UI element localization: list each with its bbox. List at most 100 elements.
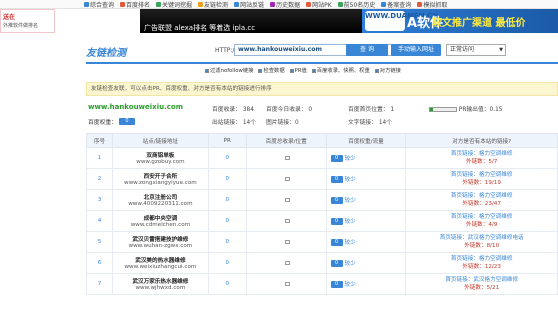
backlink-count: 外链数：5/7 (465, 159, 498, 165)
site-name[interactable]: 西安开子合所 (113, 172, 208, 180)
backlink-cell: 首页链接：格力空调维修 外链数：4/9 (405, 210, 558, 232)
traffic-value: 较少 (344, 198, 356, 204)
weight-cell: 0 较少 (325, 252, 407, 274)
ad-banner: 送在 外推软件做排名 广告联盟 alexa排名 等着选 ipla.cc WWW.… (0, 9, 558, 33)
site-name[interactable]: 武汉美的热水器维修 (113, 256, 208, 264)
nav-item[interactable]: 模拟抓取 (417, 0, 447, 9)
backlink-anchor[interactable]: 首页链接：格力空调维修 (406, 171, 557, 179)
ad-left-title: 送在 (3, 14, 16, 21)
column-header[interactable]: 序号 (86, 133, 113, 148)
pr-output: PR输出值：0.15 (429, 104, 502, 113)
backlink-anchor[interactable]: 首页链接：格力空调维修 (406, 213, 557, 221)
snapshot-icon[interactable] (284, 197, 290, 202)
option-checkbox[interactable]: 对方链接 (374, 66, 401, 74)
site-url[interactable]: www.cdmelchen.com (113, 222, 208, 228)
ad-left[interactable]: 送在 外推软件做排名 (0, 9, 55, 33)
option-label: 过滤nofollow链接 (210, 68, 254, 74)
index-cell (245, 273, 327, 295)
pr-value: 0 (207, 189, 247, 211)
nav-item-icon (120, 1, 126, 7)
nav-item[interactable]: 网站PK (306, 0, 332, 9)
site-cell[interactable]: 武汉贝雷搭建技护维修 www.wuhan-zgwx.com (111, 231, 209, 253)
site-name[interactable]: 北京注册公司 (113, 193, 208, 201)
backlink-cell: 首页链接：格力空调维修 外链数：12/23 (405, 252, 558, 274)
snapshot-icon[interactable] (284, 218, 290, 223)
snapshot-icon[interactable] (284, 155, 290, 160)
snapshot-icon[interactable] (284, 281, 290, 286)
nav-item-label: 友链检测 (204, 1, 229, 9)
site-url[interactable]: www.wjhwxd.com (113, 285, 208, 291)
site-url[interactable]: www.zongxiangyiyue.com (113, 180, 208, 186)
option-checkbox[interactable]: PR值 (289, 66, 307, 74)
nav-item-label: 模拟抓取 (423, 1, 448, 9)
site-url[interactable]: www.weixiuzhangcui.com (113, 264, 208, 270)
column-header[interactable]: 对方是否有本站的链接? (405, 133, 558, 148)
weight-cell: 0 较少 (325, 210, 407, 232)
nav-item-icon (198, 1, 204, 7)
snapshot-icon[interactable] (284, 260, 290, 265)
site-name[interactable]: 双商铝单板 (113, 151, 208, 159)
pr-value: 0 (207, 252, 247, 274)
site-url[interactable]: www.4009220311.com (113, 201, 208, 207)
backlink-anchor[interactable]: 首页链接：格力空调维修 (406, 192, 557, 200)
snapshot-icon[interactable] (284, 176, 290, 181)
nav-item[interactable]: 历史数据 (270, 0, 300, 9)
site-cell[interactable]: 武汉万家乐热水器维修 www.wjhwxd.com (111, 273, 209, 295)
option-checkbox[interactable]: 百度收录、快照、权重 (311, 66, 370, 74)
access-mode-select[interactable]: 正常访问 ▼ (446, 44, 506, 56)
backlink-anchor[interactable]: 首页链接：武汉格力空调维修电话 (406, 234, 557, 242)
nav-item-label: 网站PK (312, 1, 332, 9)
nav-item[interactable]: 网站反链 (234, 0, 264, 9)
nav-item[interactable]: 百度排名 (120, 0, 150, 9)
site-cell[interactable]: 西安开子合所 www.zongxiangyiyue.com (111, 168, 209, 190)
site-cell[interactable]: 双商铝单板 www.gzobuy.com (111, 147, 209, 169)
backlink-count: 外链数：12/23 (462, 264, 501, 270)
backlink-cell: 首页链接：武汉格力空调维修电话 外链数：8/10 (405, 231, 558, 253)
manual-input-button[interactable]: 手动输入网址 (391, 44, 441, 56)
ad-right[interactable]: WWW.DUAMEN.CN A软件 软文推广渠道 最低价 (362, 9, 558, 33)
nav-item[interactable]: 备案查询 (381, 0, 411, 9)
option-checkbox[interactable]: 检查数据 (258, 66, 285, 74)
site-cell[interactable]: 北京注册公司 www.4009220311.com (111, 189, 209, 211)
site-name[interactable]: 成都中央空调 (113, 214, 208, 222)
query-button[interactable]: 查 询 (346, 44, 388, 56)
nav-item[interactable]: 友链检测 (198, 0, 228, 9)
site-url[interactable]: www.gzobuy.com (113, 159, 208, 165)
pr-value: 0 (207, 210, 247, 232)
column-header[interactable]: 百度权重/流量 (325, 133, 407, 148)
row-index: 6 (86, 252, 113, 274)
baidu-weight-badge: 0 (330, 260, 343, 267)
ad-center[interactable]: 广告联盟 alexa排名 等着选 ipla.cc (140, 9, 362, 33)
backlink-anchor[interactable]: 首页链接：武汉格力空调维修 (406, 276, 557, 284)
snapshot-icon[interactable] (284, 239, 290, 244)
site-cell[interactable]: 武汉美的热水器维修 www.weixiuzhangcui.com (111, 252, 209, 274)
column-header[interactable]: 百度总收录/位置 (245, 133, 327, 148)
baidu-weight-badge: 0 (330, 176, 343, 183)
site-url[interactable]: www.wuhan-zgwx.com (113, 243, 208, 249)
weight-cell: 0 较少 (325, 231, 407, 253)
nav-item[interactable]: 前50名历史 (337, 0, 375, 9)
search-toolbar: 友链检测 HTTP:// www.hankouweixiu.com 查 询 手动… (86, 38, 558, 64)
site-cell[interactable]: 成都中央空调 www.cdmelchen.com (111, 210, 209, 232)
option-checkbox[interactable]: 过滤nofollow链接 (205, 66, 253, 74)
nav-item[interactable]: 综合查询 (84, 0, 114, 9)
summary-panel: www.hankouweixiu.com 百度收录： 384 百度今日收录： 0… (86, 101, 558, 129)
site-name[interactable]: 武汉万家乐热水器维修 (113, 277, 208, 285)
tip-bar: 友链检查友联，可以点击PR、百度权重、对方是否有本站的链接进行排序 (86, 82, 558, 96)
nav-item-icon (156, 1, 162, 7)
table-row: 3 北京注册公司 www.4009220311.com 0 0 较少 首页链接：格力空调维修… (86, 189, 558, 211)
nav-item[interactable]: 关键词挖掘 (156, 0, 192, 9)
backlink-anchor[interactable]: 首页链接：格力空调维修 (406, 255, 557, 263)
top-nav: 综合查询 百度排名 关键词挖掘 友链检测 网站反链 历史数据 网站PK 前50名历史 备案查询 模… (0, 0, 558, 9)
traffic-value: 较少 (344, 240, 356, 246)
checkbox-icon (205, 68, 209, 73)
checkbox-icon (311, 68, 316, 73)
site-name[interactable]: 武汉贝雷搭建技护维修 (113, 235, 208, 243)
summary-domain[interactable]: www.hankouweixiu.com (88, 103, 183, 111)
traffic-value: 较少 (344, 177, 356, 183)
column-header[interactable]: 站点/链接地址 (111, 133, 209, 148)
outbound-links: 出站链接： 14个 (212, 120, 257, 126)
column-header[interactable]: PR (207, 133, 247, 148)
backlink-anchor[interactable]: 首页链接：格力空调维修 (406, 150, 557, 158)
index-cell (245, 189, 327, 211)
